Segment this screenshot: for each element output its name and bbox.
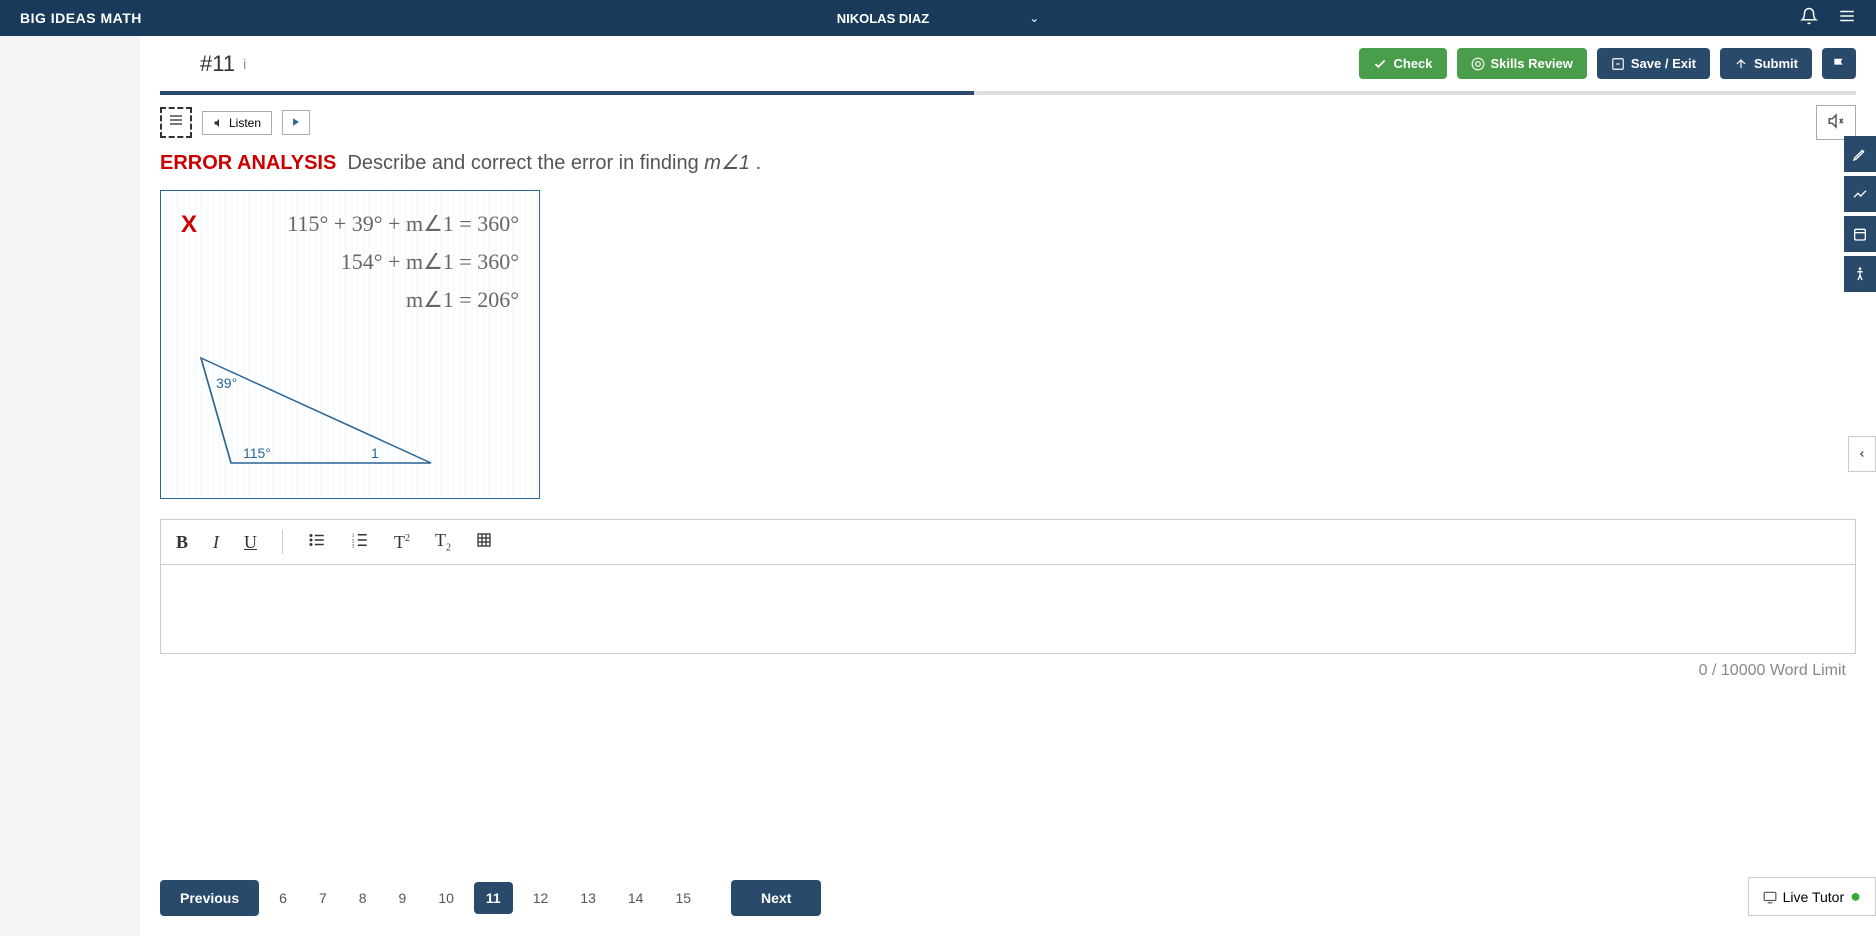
superscript-button[interactable]: T2 bbox=[394, 532, 410, 553]
accessibility-tool-icon[interactable] bbox=[1844, 256, 1876, 292]
angle-left-label: 115° bbox=[243, 445, 271, 461]
x-mark-icon: X bbox=[181, 211, 197, 239]
triangle-diagram: 39° 115° 1 bbox=[181, 343, 441, 473]
skills-review-button[interactable]: Skills Review bbox=[1457, 48, 1587, 79]
page-8[interactable]: 8 bbox=[347, 882, 379, 914]
mute-button[interactable] bbox=[1816, 105, 1856, 140]
bell-icon[interactable] bbox=[1800, 7, 1818, 30]
top-header: BIG IDEAS MATH NIKOLAS DIAZ ⌄ bbox=[0, 0, 1876, 36]
skills-review-label: Skills Review bbox=[1491, 56, 1573, 71]
equation-2: 154° + m∠1 = 360° bbox=[227, 249, 519, 275]
toolbar-separator bbox=[282, 530, 283, 554]
underline-button[interactable]: U bbox=[244, 532, 257, 553]
live-tutor-label: Live Tutor bbox=[1783, 889, 1844, 905]
answer-editor[interactable] bbox=[160, 564, 1856, 654]
question-area: ERROR ANALYSIS Describe and correct the … bbox=[140, 150, 1876, 499]
page-12[interactable]: 12 bbox=[521, 882, 561, 914]
bold-button[interactable]: B bbox=[176, 532, 188, 553]
brand-logo: BIG IDEAS MATH bbox=[20, 10, 142, 26]
info-icon[interactable]: i bbox=[243, 56, 246, 72]
angle-top-label: 39° bbox=[216, 375, 237, 391]
prompt-prefix: Describe and correct the error in findin… bbox=[347, 152, 704, 174]
submit-label: Submit bbox=[1754, 56, 1798, 71]
calendar-tool-icon[interactable] bbox=[1844, 216, 1876, 252]
pencil-tool-icon[interactable] bbox=[1844, 136, 1876, 172]
equation-3: m∠1 = 206° bbox=[227, 287, 519, 313]
question-prompt: ERROR ANALYSIS Describe and correct the … bbox=[160, 150, 1856, 175]
graph-tool-icon[interactable] bbox=[1844, 176, 1876, 212]
text-select-icon[interactable] bbox=[160, 107, 192, 138]
page-11[interactable]: 11 bbox=[474, 882, 513, 914]
progress-bar bbox=[160, 91, 1856, 95]
bottom-nav: Previous 6 7 8 9 10 11 12 13 14 15 Next bbox=[140, 880, 1876, 916]
check-button[interactable]: Check bbox=[1359, 48, 1446, 79]
problem-box: X 115° + 39° + m∠1 = 360° 154° + m∠1 = 3… bbox=[160, 190, 540, 499]
hamburger-icon[interactable] bbox=[1838, 7, 1856, 30]
page-7[interactable]: 7 bbox=[307, 882, 339, 914]
svg-text:3: 3 bbox=[352, 543, 355, 549]
expand-panel-button[interactable] bbox=[1848, 436, 1876, 472]
check-label: Check bbox=[1393, 56, 1432, 71]
listen-row: Listen bbox=[140, 95, 1876, 150]
question-number: #11 bbox=[200, 51, 235, 77]
previous-button[interactable]: Previous bbox=[160, 880, 259, 916]
equations: 115° + 39° + m∠1 = 360° 154° + m∠1 = 360… bbox=[227, 211, 519, 325]
bullet-list-button[interactable] bbox=[308, 531, 326, 554]
subscript-button[interactable]: T2 bbox=[435, 530, 451, 554]
editor-toolbar: B I U 123 T2 T2 bbox=[160, 519, 1856, 564]
prompt-suffix: . bbox=[750, 152, 761, 174]
page-13[interactable]: 13 bbox=[568, 882, 608, 914]
submit-button[interactable]: Submit bbox=[1720, 48, 1812, 79]
next-button[interactable]: Next bbox=[731, 880, 821, 916]
live-tutor-button[interactable]: Live Tutor ● bbox=[1748, 877, 1876, 916]
table-button[interactable] bbox=[476, 532, 492, 553]
error-analysis-label: ERROR ANALYSIS bbox=[160, 152, 336, 174]
save-exit-label: Save / Exit bbox=[1631, 56, 1696, 71]
italic-button[interactable]: I bbox=[213, 532, 219, 553]
save-exit-button[interactable]: Save / Exit bbox=[1597, 48, 1710, 79]
page-15[interactable]: 15 bbox=[663, 882, 703, 914]
play-button[interactable] bbox=[282, 110, 310, 135]
page-14[interactable]: 14 bbox=[616, 882, 656, 914]
side-tools bbox=[1844, 136, 1876, 292]
content-area: #11 i Check Skills Review Save / Exit Su… bbox=[140, 36, 1876, 936]
chevron-down-icon: ⌄ bbox=[1029, 11, 1039, 25]
prompt-variable: m∠1 bbox=[704, 152, 750, 174]
user-name: NIKOLAS DIAZ bbox=[837, 11, 929, 26]
page-6[interactable]: 6 bbox=[267, 882, 299, 914]
equation-1: 115° + 39° + m∠1 = 360° bbox=[227, 211, 519, 237]
user-dropdown[interactable]: NIKOLAS DIAZ ⌄ bbox=[837, 11, 1040, 26]
page-9[interactable]: 9 bbox=[387, 882, 419, 914]
angle-right-label: 1 bbox=[371, 445, 379, 461]
word-limit: 0 / 10000 Word Limit bbox=[170, 662, 1846, 680]
progress-fill bbox=[160, 91, 974, 95]
sub-header: #11 i Check Skills Review Save / Exit Su… bbox=[140, 36, 1876, 91]
page-10[interactable]: 10 bbox=[426, 882, 466, 914]
numbered-list-button[interactable]: 123 bbox=[351, 531, 369, 554]
listen-label: Listen bbox=[229, 116, 261, 130]
flag-button[interactable] bbox=[1822, 48, 1856, 79]
listen-button[interactable]: Listen bbox=[202, 111, 272, 135]
